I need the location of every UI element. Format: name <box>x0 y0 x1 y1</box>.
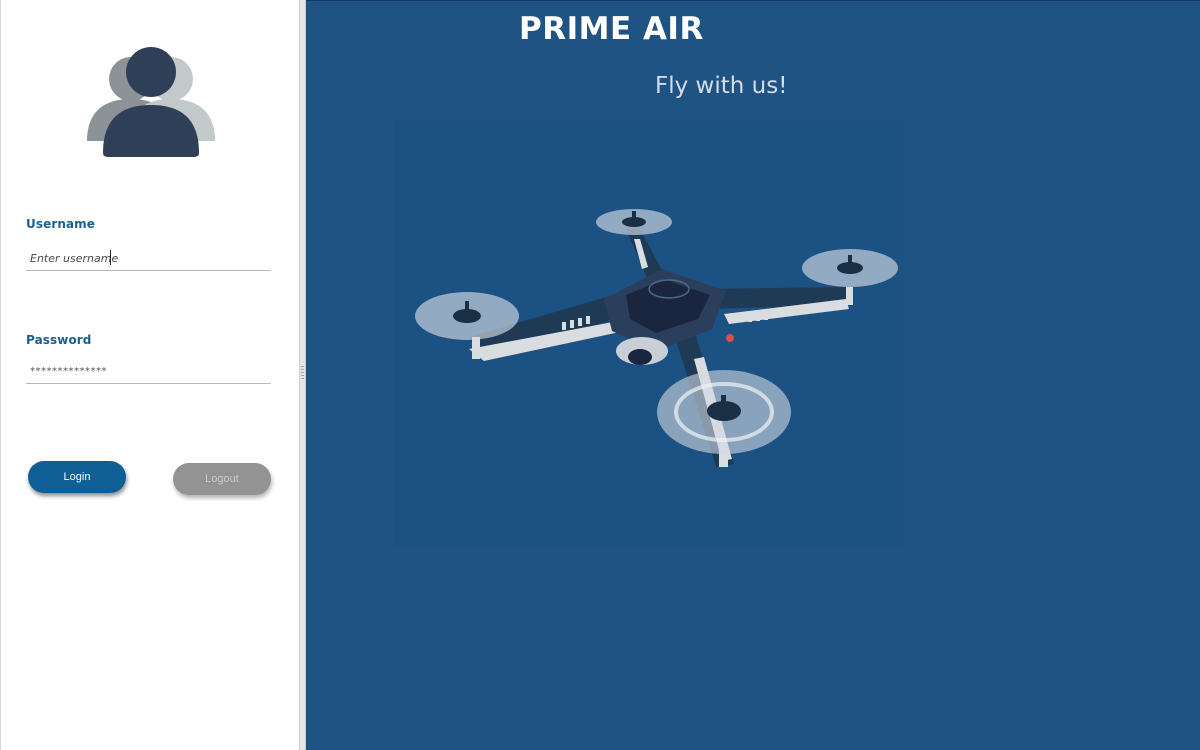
drone-image-frame <box>394 119 904 547</box>
username-input[interactable] <box>26 247 271 271</box>
hero-panel: PRIME AIR Fly with us! <box>306 0 1200 750</box>
password-input[interactable] <box>26 360 271 384</box>
panel-splitter[interactable] <box>299 0 306 750</box>
hero-subtitle: Fly with us! <box>655 73 788 99</box>
logout-button[interactable]: Logout <box>173 463 271 495</box>
splitter-grip-icon[interactable] <box>301 366 304 380</box>
app-window: Username Password Login Logout PRIME AIR… <box>0 0 1200 750</box>
login-panel: Username Password Login Logout <box>0 0 299 750</box>
users-group-icon <box>87 47 215 157</box>
quadcopter-drone-illustration <box>415 209 898 467</box>
login-button[interactable]: Login <box>28 461 126 493</box>
username-label: Username <box>26 217 96 231</box>
text-cursor <box>110 250 111 265</box>
hero-title: PRIME AIR <box>519 11 704 47</box>
password-label: Password <box>26 333 92 347</box>
